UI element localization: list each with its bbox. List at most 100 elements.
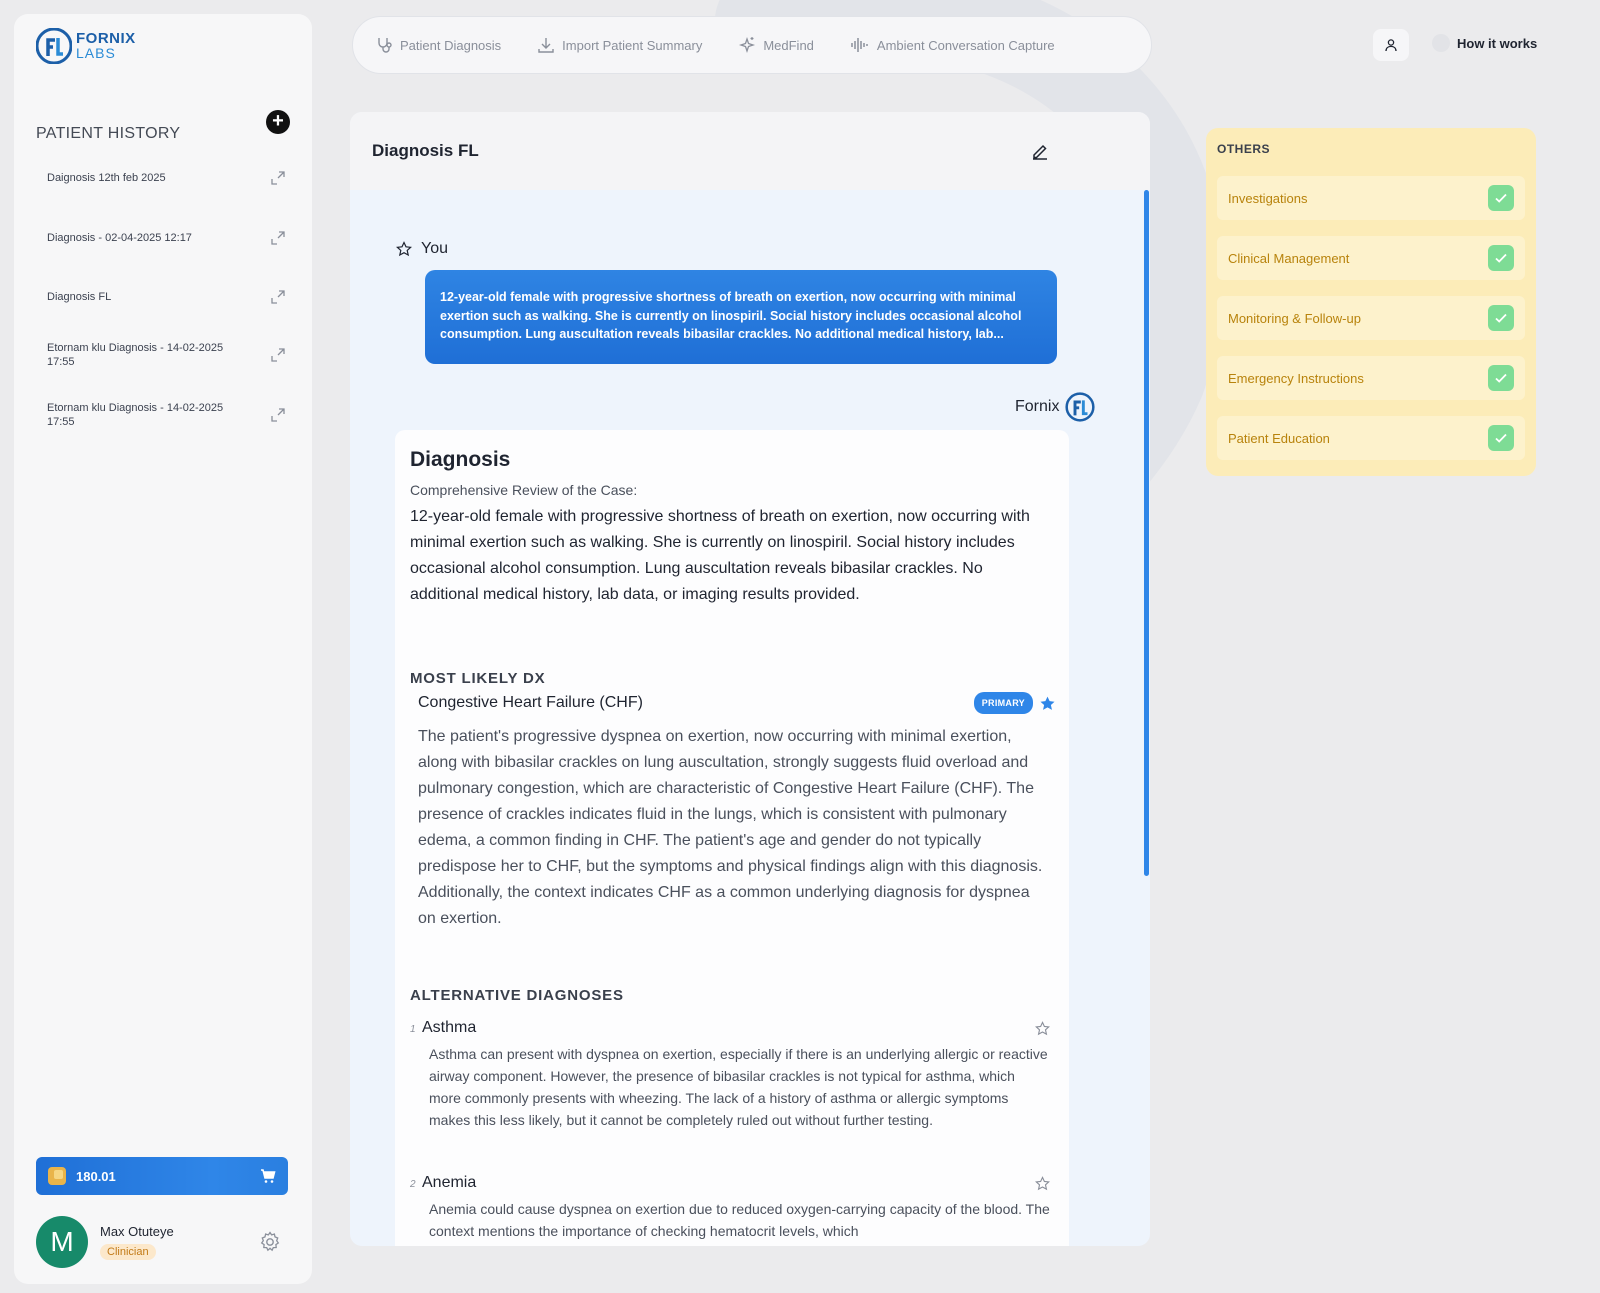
open-external-icon[interactable] bbox=[269, 288, 287, 306]
others-item-label: Investigations bbox=[1228, 190, 1308, 206]
nav-patient-diagnosis[interactable]: Patient Diagnosis bbox=[375, 36, 501, 54]
account-button[interactable] bbox=[1373, 29, 1409, 61]
others-item-emergency-instructions[interactable]: Emergency Instructions bbox=[1217, 356, 1525, 400]
primary-dx-explanation: The patient's progressive dyspnea on exe… bbox=[418, 728, 1043, 927]
how-it-works-link[interactable]: How it works bbox=[1432, 34, 1537, 52]
others-item-label: Patient Education bbox=[1228, 430, 1330, 446]
primary-dx-header: Congestive Heart Failure (CHF) PRIMARY bbox=[418, 692, 1056, 714]
open-external-icon[interactable] bbox=[269, 229, 287, 247]
history-item[interactable]: Diagnosis - 02-04-2025 12:17 bbox=[47, 229, 287, 247]
others-item-label: Clinical Management bbox=[1228, 250, 1350, 266]
others-item-label: Emergency Instructions bbox=[1228, 370, 1364, 386]
how-it-works-label: How it works bbox=[1457, 35, 1538, 51]
open-external-icon[interactable] bbox=[269, 406, 287, 424]
scrollbar[interactable] bbox=[1144, 190, 1149, 876]
you-label: You bbox=[421, 240, 448, 257]
others-item-monitoring-follow-up[interactable]: Monitoring & Follow-up bbox=[1217, 296, 1525, 340]
sparkle-icon bbox=[739, 36, 756, 54]
patient-history-title: PATIENT HISTORY bbox=[36, 125, 181, 142]
check-icon bbox=[1488, 245, 1514, 271]
star-outline-icon[interactable] bbox=[1035, 1175, 1050, 1191]
history-item-label: Diagnosis - 02-04-2025 12:17 bbox=[47, 232, 192, 244]
nav-label: Patient Diagnosis bbox=[400, 37, 502, 53]
others-item-investigations[interactable]: Investigations bbox=[1217, 176, 1525, 220]
check-icon bbox=[1488, 365, 1514, 391]
logo-line-2: LABS bbox=[76, 45, 116, 61]
history-item[interactable]: Etornam klu Diagnosis - 14-02-2025 17:55 bbox=[47, 401, 287, 429]
history-item-label: Etornam klu Diagnosis - 14-02-2025 17:55 bbox=[47, 402, 224, 428]
user-name: Max Otuteye bbox=[100, 1224, 174, 1239]
diagnosis-heading: Diagnosis bbox=[410, 448, 511, 471]
check-icon bbox=[1488, 305, 1514, 331]
history-item[interactable]: Diagnosis FL bbox=[47, 288, 287, 306]
others-title: OTHERS bbox=[1217, 142, 1271, 156]
history-item-label: Daignosis 12th feb 2025 bbox=[47, 172, 166, 184]
panel-header: Diagnosis FL bbox=[350, 112, 1150, 190]
plus-icon: + bbox=[272, 110, 284, 132]
case-summary: 12-year-old female with progressive shor… bbox=[410, 508, 1030, 603]
others-item-label: Monitoring & Follow-up bbox=[1228, 310, 1361, 326]
others-item-clinical-management[interactable]: Clinical Management bbox=[1217, 236, 1525, 280]
history-item-label: Etornam klu Diagnosis - 14-02-2025 17:55 bbox=[47, 342, 224, 368]
alternative-dx-item: 1 Asthma Asthma can present with dyspnea… bbox=[410, 1019, 1050, 1131]
alt-name: Asthma bbox=[422, 1019, 477, 1036]
nav-import-patient-summary[interactable]: Import Patient Summary bbox=[537, 36, 702, 54]
fornix-logo-icon bbox=[36, 28, 72, 64]
add-history-button[interactable]: + bbox=[266, 110, 290, 134]
gear-icon[interactable] bbox=[258, 1230, 282, 1254]
case-review-subheading: Comprehensive Review of the Case: bbox=[410, 482, 638, 498]
avatar: M bbox=[36, 1216, 88, 1268]
most-likely-title: MOST LIKELY DX bbox=[410, 670, 546, 687]
nav-label: Ambient Conversation Capture bbox=[876, 37, 1055, 53]
top-navigation: Patient Diagnosis Import Patient Summary… bbox=[352, 16, 1152, 74]
star-outline-icon[interactable] bbox=[1035, 1020, 1050, 1036]
primary-badge: PRIMARY bbox=[973, 692, 1033, 714]
open-external-icon[interactable] bbox=[269, 169, 287, 187]
diagnosis-panel: Diagnosis FL You 12-year-old female with… bbox=[350, 112, 1150, 1246]
sidebar: FORNIX LABS PATIENT HISTORY + Daignosis … bbox=[14, 14, 312, 1284]
primary-dx-name: Congestive Heart Failure (CHF) bbox=[418, 694, 643, 711]
alternatives-title: ALTERNATIVE DIAGNOSES bbox=[410, 987, 624, 1004]
user-role-badge: Clinician bbox=[100, 1244, 156, 1260]
history-item-label: Diagnosis FL bbox=[47, 291, 112, 303]
history-item[interactable]: Daignosis 12th feb 2025 bbox=[47, 169, 287, 187]
alt-number: 1 bbox=[410, 1024, 416, 1035]
diagnosis-card: Diagnosis Comprehensive Review of the Ca… bbox=[395, 430, 1069, 1246]
logo-line-1: FORNIX bbox=[76, 30, 136, 47]
alt-number: 2 bbox=[410, 1179, 416, 1190]
user-message-header: You bbox=[396, 240, 448, 258]
alt-name: Anemia bbox=[422, 1174, 477, 1191]
stethoscope-icon bbox=[378, 38, 392, 53]
star-filled-icon[interactable] bbox=[1039, 695, 1056, 712]
download-icon bbox=[538, 38, 554, 53]
assistant-name: Fornix bbox=[1015, 398, 1060, 415]
history-item[interactable]: Etornam klu Diagnosis - 14-02-2025 17:55 bbox=[47, 341, 287, 369]
waveform-icon bbox=[851, 38, 868, 52]
nav-medfind[interactable]: MedFind bbox=[738, 36, 814, 54]
open-external-icon[interactable] bbox=[269, 346, 287, 364]
coin-icon bbox=[48, 1167, 66, 1185]
nav-label: Import Patient Summary bbox=[562, 37, 703, 53]
panel-title: Diagnosis FL bbox=[372, 141, 479, 160]
others-panel: OTHERS Investigations Clinical Managemen… bbox=[1206, 128, 1536, 476]
user-profile[interactable]: M Max Otuteye Clinician bbox=[36, 1216, 174, 1268]
check-icon bbox=[1488, 425, 1514, 451]
edit-icon[interactable] bbox=[1030, 141, 1050, 161]
nav-label: MedFind bbox=[763, 37, 814, 53]
user-message-bubble: 12-year-old female with progressive shor… bbox=[425, 270, 1057, 364]
check-icon bbox=[1488, 185, 1514, 211]
cart-icon[interactable] bbox=[260, 1168, 276, 1184]
alt-explanation: Asthma can present with dyspnea on exert… bbox=[429, 1046, 1048, 1128]
assistant-header: Fornix bbox=[1015, 392, 1096, 422]
credits-bar[interactable]: 180.01 bbox=[36, 1157, 288, 1195]
credits-amount: 180.01 bbox=[76, 1168, 116, 1184]
alt-explanation: Anemia could cause dyspnea on exertion d… bbox=[429, 1201, 1050, 1239]
fornix-logo[interactable]: FORNIX LABS bbox=[36, 28, 136, 64]
alternative-dx-item: 2 Anemia Anemia could cause dyspnea on e… bbox=[410, 1174, 1050, 1242]
fornix-avatar-icon bbox=[1065, 392, 1096, 422]
star-outline-icon[interactable] bbox=[396, 241, 412, 257]
others-item-patient-education[interactable]: Patient Education bbox=[1217, 416, 1525, 460]
help-icon bbox=[1432, 34, 1450, 52]
nav-ambient-conversation-capture[interactable]: Ambient Conversation Capture bbox=[850, 36, 1055, 54]
user-icon bbox=[1385, 39, 1397, 52]
